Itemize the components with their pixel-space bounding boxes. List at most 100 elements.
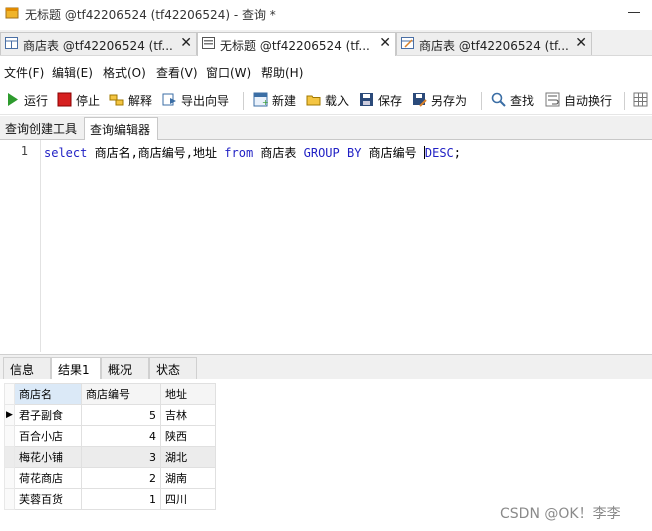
doc-tab-untitled-query[interactable]: 无标题 @tf42206524 (tf... ✕ [197,32,396,56]
cell-shop-name[interactable]: 芙蓉百货 [14,488,82,510]
statement-terminator: ; [453,146,462,160]
row-indicator [4,446,15,468]
header-row: 商店名 商店编号 地址 [4,383,216,405]
title-bar: 无标题 @tf42206524 (tf42206524) - 查询 * [0,0,652,28]
svg-text:+: + [262,98,268,107]
cell-shop-id[interactable]: 2 [81,467,161,489]
table-icon [5,37,18,49]
cell-shop-name[interactable]: 君子副食 [14,404,82,426]
menu-format[interactable]: 格式(O) [103,64,146,81]
minimize-button[interactable] [628,12,640,13]
table-row[interactable]: ▶ 君子副食 5 吉林 [4,404,216,426]
tab-status[interactable]: 状态 [149,357,197,380]
table-row[interactable]: 荷花商店 2 湖南 [4,467,216,489]
toolbar-separator [624,92,625,110]
keyword-desc: DESC [424,146,454,160]
column-header-address[interactable]: 地址 [160,383,216,405]
doc-tab-shop-table-1[interactable]: 商店表 @tf42206524 (tf... ✕ [0,32,197,55]
cell-shop-id[interactable]: 1 [81,488,161,510]
tab-label: 状态 [156,363,181,377]
cell-shop-name[interactable]: 百合小店 [14,425,82,447]
explain-button[interactable]: 解释 [109,90,157,110]
save-as-label: 另存为 [431,94,468,108]
row-indicator [4,467,15,489]
cell-address[interactable]: 湖南 [160,467,216,489]
cell-shop-id[interactable]: 3 [81,446,161,468]
doc-tab-label: 商店表 @tf42206524 (tf... [23,39,173,53]
table-name: 商店表 [253,146,304,160]
document-tab-bar: 商店表 @tf42206524 (tf... ✕ 无标题 @tf42206524… [0,30,652,56]
save-button[interactable]: 保存 [359,90,405,110]
sql-editor[interactable]: 1 select 商店名,商店编号,地址 from 商店表 GROUP BY 商… [0,140,652,352]
stop-button[interactable]: 停止 [57,90,103,110]
doc-tab-shop-table-2[interactable]: 商店表 @tf42206524 (tf... ✕ [396,32,592,55]
export-label: 导出向导 [181,94,230,108]
cell-shop-name[interactable]: 梅花小铺 [14,446,82,468]
menu-file[interactable]: 文件(F) [4,64,44,81]
save-label: 保存 [378,94,403,108]
menu-edit[interactable]: 编辑(E) [52,64,93,81]
column-header-shop-id[interactable]: 商店编号 [81,383,161,405]
word-wrap-label: 自动换行 [564,94,613,108]
menu-window[interactable]: 窗口(W) [206,64,251,81]
load-button[interactable]: 载入 [306,90,352,110]
toolbar: 运行 停止 解释 导出向导 + 新建 载入 保存 另存为 查找 自动换行 [0,86,652,115]
stop-icon [57,92,72,107]
doc-tab-label: 商店表 @tf42206524 (tf... [419,39,569,53]
query-icon [202,37,215,49]
export-wizard-button[interactable]: 导出向导 [162,90,234,110]
tab-query-editor[interactable]: 查询编辑器 [84,117,158,140]
cell-address[interactable]: 四川 [160,488,216,510]
tab-query-builder[interactable]: 查询创建工具 [0,117,82,138]
save-as-button[interactable]: 另存为 [412,90,470,110]
tab-info[interactable]: 信息 [3,357,51,380]
query-mode-tabs: 查询创建工具 查询编辑器 [0,116,652,140]
cell-shop-id[interactable]: 4 [81,425,161,447]
watermark-text: CSDN @OK！李李 [500,506,621,522]
menu-help[interactable]: 帮助(H) [261,64,303,81]
new-label: 新建 [272,94,297,108]
close-icon[interactable]: ✕ [180,35,192,51]
tab-label: 结果1 [58,363,90,377]
tab-result-1[interactable]: 结果1 [51,357,101,380]
cell-address[interactable]: 陕西 [160,425,216,447]
tab-label: 查询编辑器 [90,123,151,137]
sql-code-line[interactable]: select 商店名,商店编号,地址 from 商店表 GROUP BY 商店编… [44,144,461,161]
cell-address[interactable]: 吉林 [160,404,216,426]
table-row[interactable]: 梅花小铺 3 湖北 [4,446,216,468]
table-row[interactable]: 百合小店 4 陕西 [4,425,216,447]
cell-address[interactable]: 湖北 [160,446,216,468]
table-design-icon [401,37,414,49]
new-query-icon: + [253,92,268,107]
cell-shop-name[interactable]: 荷花商店 [14,467,82,489]
stop-label: 停止 [76,94,101,108]
window-title: 无标题 @tf42206524 (tf42206524) - 查询 * [25,8,276,22]
tab-profile[interactable]: 概况 [101,357,149,380]
cell-shop-id[interactable]: 5 [81,404,161,426]
doc-tab-label: 无标题 @tf42206524 (tf... [220,39,370,53]
column-list: 商店名,商店编号,地址 [87,146,225,160]
word-wrap-button[interactable]: 自动换行 [545,90,615,110]
result-tab-bar: 信息 结果1 概况 状态 [0,354,652,380]
current-row-marker: ▶ [4,404,15,426]
row-indicator [4,488,15,510]
grid-icon [633,92,648,107]
tab-label: 查询创建工具 [5,122,78,136]
grid-view-button[interactable] [633,90,651,110]
table-row[interactable]: 芙蓉百货 1 四川 [4,488,216,510]
column-header-shop-name[interactable]: 商店名 [14,383,82,405]
new-button[interactable]: + 新建 [253,90,299,110]
find-label: 查找 [510,94,535,108]
find-button[interactable]: 查找 [491,90,537,110]
keyword-select: select [44,146,88,160]
keyword-group-by: GROUP BY [303,146,362,160]
run-button[interactable]: 运行 [5,90,51,110]
menu-view[interactable]: 查看(V) [156,64,198,81]
save-as-icon [413,93,427,107]
run-label: 运行 [24,94,49,108]
close-icon[interactable]: ✕ [575,35,587,51]
result-grid: 商店名 商店编号 地址 ▶ 君子副食 5 吉林 百合小店 4 陕西 梅花小铺 3 [4,383,216,510]
close-icon[interactable]: ✕ [379,35,391,51]
search-icon [491,92,506,107]
toolbar-separator [481,92,482,110]
